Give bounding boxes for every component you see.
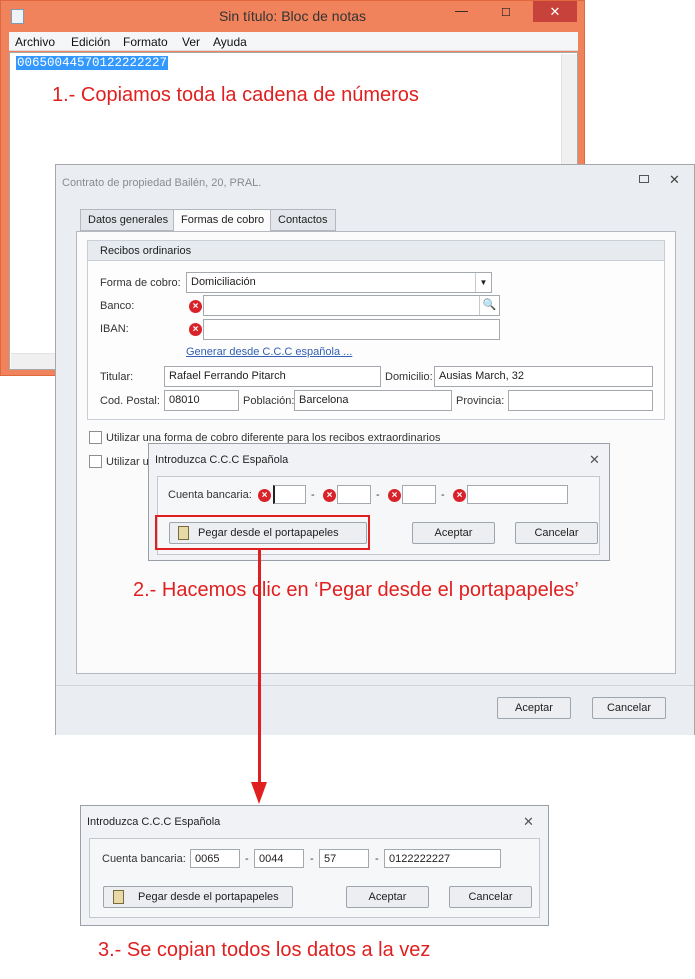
- cancel-button[interactable]: Cancelar: [515, 522, 598, 544]
- separator: -: [245, 853, 249, 865]
- step-3-annotation: 3.- Se copian todos los datos a la vez: [98, 939, 431, 961]
- dropdown-arrow-icon[interactable]: ▼: [475, 273, 491, 292]
- accept-button[interactable]: Aceptar: [346, 886, 429, 908]
- error-icon: ×: [323, 489, 336, 502]
- forma-cobro-value: Domiciliación: [191, 276, 256, 288]
- provincia-input[interactable]: [508, 390, 653, 411]
- separator: -: [376, 489, 380, 501]
- ccc-dialog-title: Introduzca C.C.C Española: [155, 454, 289, 466]
- separator: -: [310, 853, 314, 865]
- entidad-input[interactable]: 0065: [190, 849, 240, 868]
- menu-archivo[interactable]: Archivo: [15, 35, 55, 49]
- accept-button[interactable]: Aceptar: [412, 522, 495, 544]
- titular-label: Titular:: [100, 371, 134, 383]
- step-2-annotation: 2.- Hacemos clic en ‘Pegar desde el port…: [133, 579, 579, 601]
- restore-icon[interactable]: [639, 175, 649, 183]
- titular-input[interactable]: Rafael Ferrando Pitarch: [164, 366, 381, 387]
- domicilio-input[interactable]: Ausias March, 32: [434, 366, 653, 387]
- minimize-button[interactable]: —: [455, 3, 475, 18]
- account-label: Cuenta bancaria:: [168, 489, 252, 501]
- error-icon: ×: [189, 323, 202, 336]
- cancel-button[interactable]: Cancelar: [449, 886, 532, 908]
- checkbox-utilizar[interactable]: [89, 455, 102, 468]
- arrow-line: [258, 550, 261, 790]
- paste-clipboard-label: Pegar desde el portapapeles: [138, 891, 279, 903]
- forma-cobro-select[interactable]: Domiciliación ▼: [186, 272, 492, 293]
- generate-ccc-link[interactable]: Generar desde C.C.C española ...: [186, 346, 352, 358]
- tab-datos-generales[interactable]: Datos generales: [80, 209, 177, 231]
- cp-label: Cod. Postal:: [100, 395, 160, 407]
- close-button[interactable]: ✕: [533, 1, 577, 22]
- group-title: Recibos ordinarios: [100, 245, 192, 257]
- clipboard-icon: [113, 890, 124, 904]
- banco-label: Banco:: [100, 300, 135, 312]
- close-icon[interactable]: ✕: [523, 814, 534, 830]
- poblacion-label: Población:: [243, 395, 295, 407]
- domicilio-label: Domicilio:: [385, 371, 433, 383]
- cp-input[interactable]: 08010: [164, 390, 239, 411]
- ccc-dialog-filled: Introduzca C.C.C Española ✕ Cuenta banca…: [80, 805, 549, 926]
- dialog-footer: Aceptar Cancelar: [56, 685, 694, 735]
- group-header: Recibos ordinarios: [88, 241, 664, 261]
- highlight-box: [155, 515, 370, 550]
- menu-edicion[interactable]: Edición: [71, 35, 110, 49]
- separator: -: [441, 489, 445, 501]
- cuenta-input[interactable]: [467, 485, 568, 504]
- forma-cobro-label: Forma de cobro:: [100, 277, 181, 289]
- cuenta-input[interactable]: 0122222227: [384, 849, 501, 868]
- iban-input[interactable]: [203, 319, 500, 340]
- checkbox-extraordinarios[interactable]: [89, 431, 102, 444]
- ccc-dialog-body: Cuenta bancaria: 0065 - 0044 - 57 - 0122…: [89, 838, 540, 918]
- error-icon: ×: [189, 300, 202, 313]
- ccc-dialog-title: Introduzca C.C.C Española: [87, 816, 221, 828]
- step-1-annotation: 1.- Copiamos toda la cadena de números: [52, 84, 419, 106]
- provincia-label: Provincia:: [456, 395, 505, 407]
- close-icon[interactable]: ✕: [589, 452, 600, 468]
- separator: -: [311, 489, 315, 501]
- menu-ver[interactable]: Ver: [182, 35, 200, 49]
- arrow-head-icon: [251, 782, 267, 804]
- entidad-input[interactable]: [273, 485, 306, 504]
- error-icon: ×: [453, 489, 466, 502]
- notepad-titlebar[interactable]: Sin título: Bloc de notas — ☐ ✕: [1, 1, 584, 31]
- tab-contactos[interactable]: Contactos: [270, 209, 336, 231]
- banco-input[interactable]: 🔍: [203, 295, 500, 316]
- search-icon[interactable]: 🔍: [479, 296, 499, 315]
- dialog-title: Contrato de propiedad Bailén, 20, PRAL.: [62, 177, 262, 189]
- close-icon[interactable]: ✕: [669, 172, 680, 188]
- oficina-input[interactable]: [337, 485, 371, 504]
- notepad-title: Sin título: Bloc de notas: [218, 8, 367, 24]
- oficina-input[interactable]: 0044: [254, 849, 304, 868]
- account-label: Cuenta bancaria:: [102, 853, 186, 865]
- separator: -: [375, 853, 379, 865]
- cancel-button[interactable]: Cancelar: [592, 697, 666, 719]
- selected-text[interactable]: 00650044570122222227: [16, 56, 169, 70]
- error-icon: ×: [388, 489, 401, 502]
- group-recibos-ordinarios: Recibos ordinarios Forma de cobro: Domic…: [87, 240, 665, 420]
- tab-formas-de-cobro[interactable]: Formas de cobro: [173, 209, 273, 232]
- dc-input[interactable]: [402, 485, 436, 504]
- accept-button[interactable]: Aceptar: [497, 697, 571, 719]
- menu-ayuda[interactable]: Ayuda: [213, 35, 247, 49]
- poblacion-input[interactable]: Barcelona: [294, 390, 452, 411]
- dc-input[interactable]: 57: [319, 849, 369, 868]
- error-icon: ×: [258, 489, 271, 502]
- iban-label: IBAN:: [100, 323, 129, 335]
- maximize-button[interactable]: ☐: [501, 6, 521, 19]
- notepad-menubar: Archivo Edición Formato Ver Ayuda: [9, 32, 578, 51]
- paste-clipboard-button[interactable]: Pegar desde el portapapeles: [103, 886, 293, 908]
- menu-formato[interactable]: Formato: [123, 35, 168, 49]
